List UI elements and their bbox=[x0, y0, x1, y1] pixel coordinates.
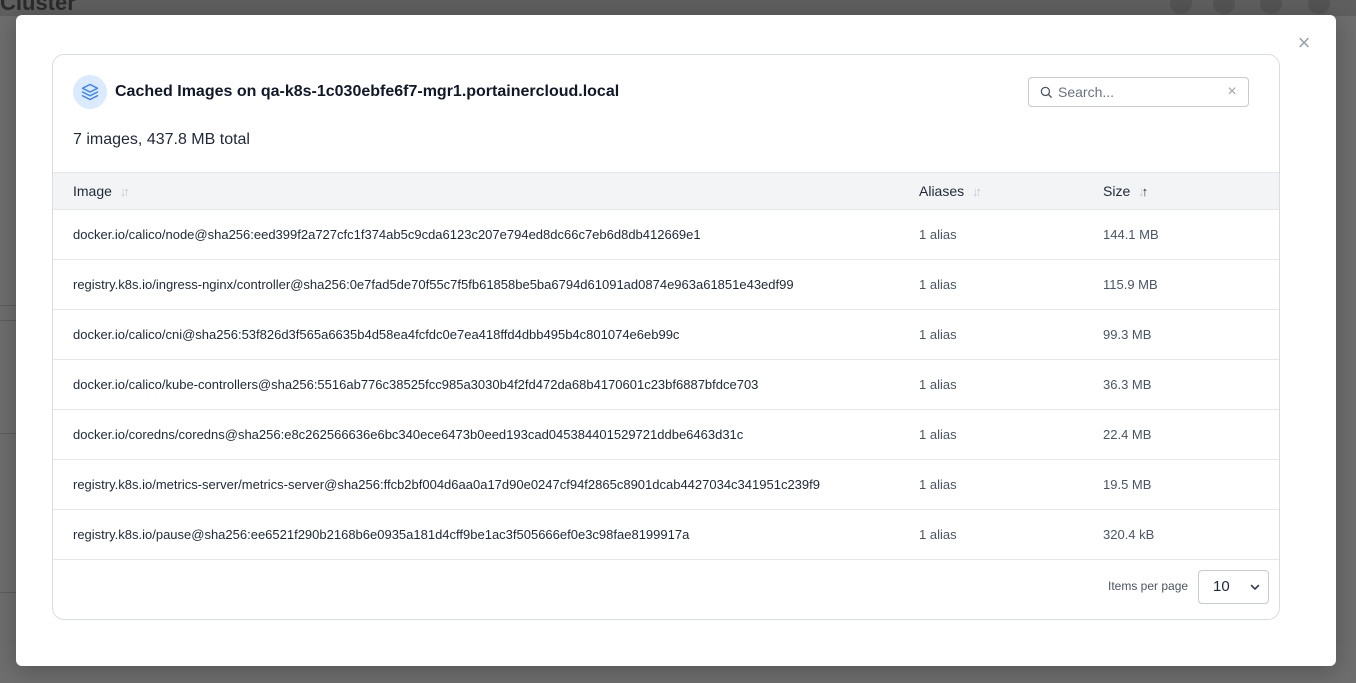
column-header-label: Aliases bbox=[919, 183, 965, 199]
background-divider bbox=[0, 320, 16, 321]
column-header-aliases[interactable]: Aliases ↓↑ bbox=[919, 173, 982, 209]
images-table: Image ↓↑ Aliases ↓↑ Size ↓↑ docker.io/ca… bbox=[53, 172, 1279, 560]
size-cell: 36.3 MB bbox=[1103, 377, 1152, 392]
background-page-title: Cluster bbox=[0, 0, 76, 15]
column-header-label: Size bbox=[1103, 183, 1131, 199]
search-input[interactable] bbox=[1058, 82, 1218, 102]
background-user-icon bbox=[1260, 0, 1282, 14]
table-body: docker.io/calico/node@sha256:eed399f2a72… bbox=[53, 210, 1279, 560]
layers-icon bbox=[73, 75, 107, 109]
table-row: registry.k8s.io/pause@sha256:ee6521f290b… bbox=[53, 510, 1279, 560]
aliases-cell: 1 alias bbox=[919, 227, 957, 242]
image-cell: docker.io/calico/node@sha256:eed399f2a72… bbox=[73, 227, 701, 242]
background-header: Cluster bbox=[0, 0, 1356, 16]
cached-images-card: Cached Images on qa-k8s-1c030ebfe6f7-mgr… bbox=[52, 54, 1280, 620]
table-footer: Items per page 10 bbox=[53, 558, 1279, 619]
image-cell: registry.k8s.io/pause@sha256:ee6521f290b… bbox=[73, 527, 690, 542]
image-cell: registry.k8s.io/metrics-server/metrics-s… bbox=[73, 477, 820, 492]
images-summary: 7 images, 437.8 MB total bbox=[73, 131, 250, 148]
column-header-image[interactable]: Image ↓↑ bbox=[73, 173, 130, 209]
size-cell: 115.9 MB bbox=[1103, 277, 1158, 292]
table-row: registry.k8s.io/ingress-nginx/controller… bbox=[53, 260, 1279, 310]
items-per-page-label: Items per page bbox=[1108, 579, 1189, 593]
close-icon: × bbox=[1297, 30, 1311, 55]
background-help-icon bbox=[1213, 0, 1235, 14]
size-cell: 144.1 MB bbox=[1103, 227, 1159, 242]
table-row: registry.k8s.io/metrics-server/metrics-s… bbox=[53, 460, 1279, 510]
cached-images-modal: × Cached Images on qa-k8s-1c030ebfe6f7-m… bbox=[16, 15, 1336, 666]
table-row: docker.io/coredns/coredns@sha256:e8c2625… bbox=[53, 410, 1279, 460]
size-cell: 19.5 MB bbox=[1103, 477, 1152, 492]
image-cell: docker.io/coredns/coredns@sha256:e8c2625… bbox=[73, 427, 744, 442]
items-per-page-value: 10 bbox=[1213, 578, 1230, 595]
aliases-cell: 1 alias bbox=[919, 427, 957, 442]
background-chat-icon bbox=[1170, 0, 1192, 14]
sort-icon: ↓↑ bbox=[972, 184, 982, 200]
size-cell: 320.4 kB bbox=[1103, 527, 1155, 542]
background-divider bbox=[0, 305, 16, 306]
chevron-down-icon bbox=[1250, 584, 1260, 590]
background-menu-icon bbox=[1308, 0, 1330, 14]
background-divider bbox=[0, 592, 16, 593]
sort-icon: ↓↑ bbox=[119, 184, 130, 200]
sort-ascending-icon: ↓↑ bbox=[1138, 184, 1148, 200]
image-cell: registry.k8s.io/ingress-nginx/controller… bbox=[73, 277, 794, 292]
aliases-cell: 1 alias bbox=[919, 377, 957, 392]
table-row: docker.io/calico/cni@sha256:53f826d3f565… bbox=[53, 310, 1279, 360]
search-icon bbox=[1040, 86, 1052, 98]
table-header: Image ↓↑ Aliases ↓↑ Size ↓↑ bbox=[53, 172, 1279, 210]
column-header-label: Image bbox=[73, 183, 112, 199]
aliases-cell: 1 alias bbox=[919, 277, 957, 292]
card-title: Cached Images on qa-k8s-1c030ebfe6f7-mgr… bbox=[115, 83, 620, 100]
image-cell: docker.io/calico/cni@sha256:53f826d3f565… bbox=[73, 327, 680, 342]
card-header: Cached Images on qa-k8s-1c030ebfe6f7-mgr… bbox=[53, 55, 1279, 173]
search-clear-button[interactable]: × bbox=[1225, 83, 1239, 101]
aliases-cell: 1 alias bbox=[919, 527, 957, 542]
column-header-size[interactable]: Size ↓↑ bbox=[1103, 173, 1148, 209]
background-divider bbox=[0, 433, 16, 434]
search-box: × bbox=[1028, 77, 1249, 107]
modal-close-button[interactable]: × bbox=[1294, 30, 1314, 55]
table-row: docker.io/calico/node@sha256:eed399f2a72… bbox=[53, 210, 1279, 260]
image-cell: docker.io/calico/kube-controllers@sha256… bbox=[73, 377, 759, 392]
table-row: docker.io/calico/kube-controllers@sha256… bbox=[53, 360, 1279, 410]
items-per-page-select[interactable]: 10 bbox=[1198, 570, 1269, 604]
size-cell: 22.4 MB bbox=[1103, 427, 1152, 442]
aliases-cell: 1 alias bbox=[919, 327, 957, 342]
aliases-cell: 1 alias bbox=[919, 477, 957, 492]
size-cell: 99.3 MB bbox=[1103, 327, 1152, 342]
